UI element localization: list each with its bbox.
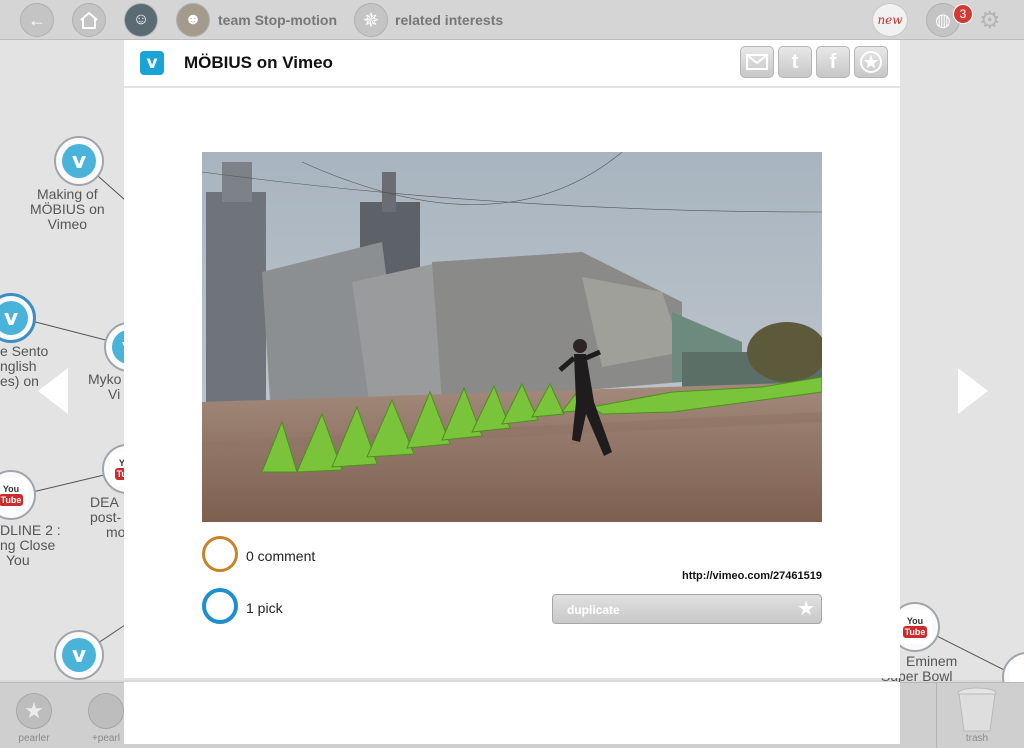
share-facebook-button[interactable]: f (816, 46, 850, 78)
video-thumbnail-image (202, 152, 822, 522)
related-interests-button[interactable]: ✵ (354, 3, 388, 37)
star-icon: ★ (16, 693, 52, 729)
plus-icon (88, 693, 124, 729)
twitter-icon: t (791, 50, 799, 73)
source-link[interactable]: http://vimeo.com/27461519 (682, 570, 822, 582)
divider (936, 683, 937, 748)
trash-label: trash (965, 733, 989, 744)
team-label[interactable]: team Stop-motion (218, 12, 337, 28)
duplicate-label: duplicate (567, 603, 620, 617)
back-button[interactable]: ← (20, 3, 54, 37)
graph-node-label: Myko Vi (88, 371, 122, 402)
home-button[interactable] (72, 3, 106, 37)
graph-node-making-of-mobius[interactable]: v (54, 136, 104, 186)
globe-icon: ◍ (935, 9, 951, 30)
new-label: new (877, 13, 903, 27)
compass-icon: ✵ (362, 9, 380, 32)
arrow-left-icon: ← (28, 9, 46, 30)
graph-node-label: Making of MÖBIUS on Vimeo (30, 186, 105, 232)
modal-footer (124, 682, 900, 744)
trash-icon (957, 687, 997, 732)
facebook-icon: f (829, 50, 837, 73)
modal-header: v MÖBIUS on Vimeo t f (124, 40, 900, 86)
settings-button[interactable]: ⚙ (979, 6, 1001, 35)
star-icon: ★ (797, 598, 815, 620)
pearler-label: pearler (18, 733, 50, 744)
avatar-icon: ☺ (132, 11, 150, 28)
home-icon (80, 11, 98, 29)
graph-node-label: DLINE 2 : ng Close You (0, 522, 61, 568)
duplicate-button[interactable]: duplicate ★ (552, 594, 822, 624)
comments-count[interactable]: 0 comment (246, 548, 315, 564)
vimeo-icon: v (62, 638, 96, 672)
share-email-button[interactable] (740, 46, 774, 78)
previous-arrow-icon[interactable] (38, 368, 68, 414)
team-avatar[interactable]: ☻ (176, 3, 210, 37)
related-interests-label[interactable]: related interests (395, 12, 503, 28)
youtube-icon: YouTube (898, 610, 932, 644)
video-thumbnail[interactable] (202, 152, 822, 522)
trash-button[interactable]: trash (956, 687, 998, 744)
next-arrow-icon[interactable] (958, 368, 988, 414)
user-avatar[interactable]: ☺ (124, 3, 158, 37)
vimeo-logo-icon: v (140, 51, 164, 75)
favorite-button[interactable] (854, 46, 888, 78)
comments-ring[interactable] (202, 536, 238, 572)
top-bar: ← ☺ ☻ team Stop-motion ✵ related interes… (0, 0, 1024, 40)
gear-icon: ⚙ (979, 7, 1001, 34)
picks-ring[interactable] (202, 588, 238, 624)
team-icon: ☻ (184, 11, 202, 28)
pearler-button[interactable]: ★ pearler (16, 693, 52, 744)
graph-node-label: DEA post-mo (90, 494, 126, 540)
notification-badge: 3 (953, 4, 973, 24)
share-twitter-button[interactable]: t (778, 46, 812, 78)
star-icon (860, 51, 882, 73)
new-button[interactable]: new (872, 3, 908, 37)
graph-node-vimeo[interactable]: v (54, 630, 104, 680)
add-pearler-label: +pearl (91, 733, 121, 744)
vimeo-icon: v (0, 301, 28, 335)
mail-icon (746, 54, 768, 70)
add-pearler-button[interactable]: +pearl (88, 693, 124, 744)
modal-title: MÖBIUS on Vimeo (184, 53, 333, 72)
youtube-icon: YouTube (0, 478, 28, 512)
picks-count[interactable]: 1 pick (246, 600, 283, 616)
modal-body: 0 comment 1 pick http://vimeo.com/274615… (124, 88, 900, 678)
vimeo-icon: v (62, 144, 96, 178)
